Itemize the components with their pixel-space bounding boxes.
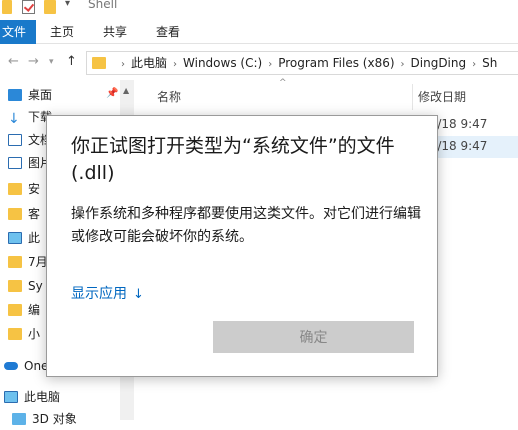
sidebar-item-desktop[interactable]: 桌面 [8,84,52,106]
breadcrumb-item[interactable]: Program Files (x86) [278,56,394,70]
sidebar-item-3d-objects[interactable]: 3D 对象 [12,408,77,430]
dialog-title: 你正试图打开类型为“系统文件”的文件(.dll) [71,135,395,184]
forward-arrow-icon[interactable]: → [28,54,39,69]
folder-icon[interactable] [2,0,12,14]
folder-icon [8,183,22,195]
sidebar-item-folder[interactable]: 小 [8,323,40,345]
chevron-right-icon[interactable]: › [268,59,272,70]
sidebar-item-label: 客 [28,207,41,221]
tab-home[interactable]: 主页 [50,20,74,44]
tab-view[interactable]: 查看 [156,20,180,44]
chevron-right-icon: › [121,59,125,70]
breadcrumb-item[interactable]: Windows (C:) [183,56,262,70]
sidebar-item-label: 3D 对象 [32,412,77,426]
sidebar-item-label: 编 [28,303,41,317]
column-header-date[interactable]: 修改日期 [418,88,466,105]
sidebar-item-computer[interactable]: 此 [8,227,40,249]
show-apps-link[interactable]: 显示应用 ↓ [71,283,144,303]
sidebar-item-onedrive[interactable]: One [4,355,48,377]
folder-icon [92,57,106,69]
sidebar-item-folder[interactable]: 7月 [8,251,48,273]
breadcrumb-item[interactable]: 此电脑 [131,56,167,70]
column-header-name[interactable]: 名称 [157,88,181,105]
tab-share[interactable]: 共享 [103,20,127,44]
sidebar-item-label: Sy [28,279,43,293]
sidebar-item-folder[interactable]: 客 [8,203,40,225]
quick-access-dropdown-icon[interactable]: ▾ [65,0,70,9]
sidebar-item-label: 此 [28,231,41,245]
address-bar[interactable]: › 此电脑 › Windows (C:) › Program Files (x86) › Di… [86,51,518,75]
3d-objects-icon [12,413,26,425]
chevron-right-icon[interactable]: › [472,59,476,70]
ok-button[interactable]: 确定 [213,321,414,353]
chevron-right-icon[interactable]: › [401,59,405,70]
navigation-bar: ← → ▾ ↑ › 此电脑 › Windows (C:) › Program Files … [0,46,518,80]
properties-checkbox-icon[interactable] [22,0,35,14]
sidebar-item-folder[interactable]: Sy [8,275,43,297]
show-apps-link-label: 显示应用 [71,286,127,302]
column-divider[interactable] [412,84,413,110]
recent-locations-icon[interactable]: ▾ [49,57,54,67]
sidebar-item-label: 桌面 [28,88,53,102]
ribbon: 文件 主页 共享 查看 [0,20,518,44]
breadcrumb-item[interactable]: DingDing [411,56,467,70]
desktop-icon [8,89,22,101]
chevron-right-icon[interactable]: › [173,59,177,70]
dialog-message: 操作系统和多种程序都要使用这类文件。对它们进行编辑或修改可能会破坏你的系统。 [71,206,421,245]
download-icon: ↓ [8,111,20,127]
back-arrow-icon[interactable]: ← [8,54,19,69]
computer-icon [8,232,22,244]
open-system-file-dialog: 你正试图打开类型为“系统文件”的文件(.dll) 操作系统和多种程序都要使用这类… [46,115,438,377]
scroll-up-arrow-icon[interactable]: ▲ [123,86,129,95]
sidebar-item-label: 此电脑 [24,390,61,404]
sidebar-item-label: One [24,359,49,373]
folder-icon [8,280,22,292]
sidebar-item-folder[interactable]: 安 [8,178,40,200]
folder-icon [8,328,22,340]
breadcrumb-item[interactable]: Sh [482,56,497,70]
pin-icon[interactable]: 📌 [106,88,118,99]
sidebar-item-this-pc[interactable]: 此电脑 [4,386,60,408]
new-folder-icon[interactable] [44,0,56,14]
title-bar: ▾ Shell [0,0,518,18]
picture-icon [8,157,22,169]
sidebar-item-folder[interactable]: 编 [8,299,40,321]
column-header: ^ 名称 修改日期 [135,78,518,110]
document-icon [8,134,22,146]
sidebar-item-label: 安 [28,182,41,196]
folder-icon [8,304,22,316]
tab-file[interactable]: 文件 [0,20,36,44]
window-title: Shell [88,0,118,11]
computer-icon [4,391,18,403]
sidebar-item-label: 小 [28,327,41,341]
sort-ascending-icon: ^ [279,78,287,88]
folder-icon [8,208,22,220]
arrow-down-icon: ↓ [133,287,144,302]
onedrive-icon [4,362,18,370]
breadcrumb: › 此电脑 › Windows (C:) › Program Files (x86) › Di… [115,52,497,74]
sidebar-item-label: 7月 [28,255,48,269]
folder-icon [8,256,22,268]
up-arrow-icon[interactable]: ↑ [66,54,77,69]
